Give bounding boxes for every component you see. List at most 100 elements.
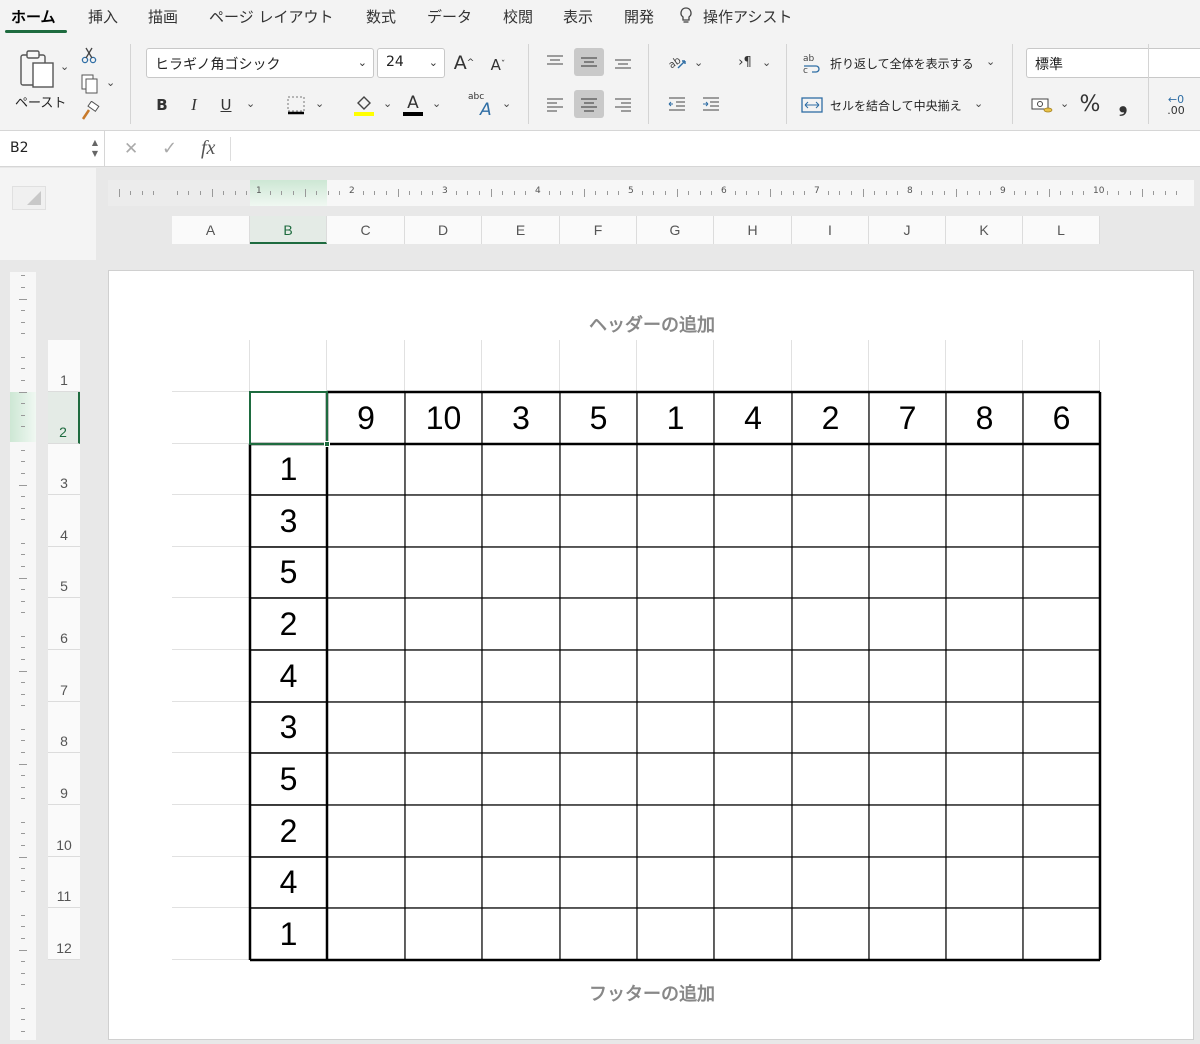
decrease-indent-icon[interactable] [662,90,692,118]
row-header-2[interactable]: 2 [48,392,80,444]
number-format-select[interactable]: 標準 [1026,48,1200,78]
format-painter-icon[interactable] [78,100,102,122]
merge-center-label[interactable]: セルを結合して中央揃え [830,97,962,114]
font-color-dropdown-icon[interactable]: ⌄ [432,97,441,110]
wrap-text-label[interactable]: 折り返して全体を表示する [830,55,974,72]
font-size-select[interactable]: 24 ⌄ [377,48,445,78]
tab-data[interactable]: データ [427,6,472,27]
column-header-d[interactable]: D [405,216,482,244]
ribbon-tab-bar: ホーム 挿入 描画 ページ レイアウト 数式 データ 校閲 表示 開発 操作アシ… [0,0,1200,36]
column-header-h[interactable]: H [714,216,792,244]
align-right-icon[interactable] [608,90,638,118]
align-left-icon[interactable] [540,90,570,118]
align-top-icon[interactable] [540,48,570,76]
ruler-tick [560,191,562,195]
underline-dropdown-icon[interactable]: ⌄ [246,97,255,110]
tab-formulas[interactable]: 数式 [366,6,396,27]
accounting-format-icon[interactable] [1028,92,1056,118]
borders-icon[interactable] [282,92,310,118]
align-bottom-icon[interactable] [608,48,638,76]
arrow-left-icon: ←0 [1167,92,1185,106]
bold-button[interactable]: B [150,92,174,118]
copy-dropdown-icon[interactable]: ⌄ [106,76,115,89]
grow-font-button[interactable]: A ^ [452,50,476,76]
tab-draw[interactable]: 描画 [148,6,178,27]
page-header[interactable]: ヘッダーの追加 [109,311,1195,337]
row-header-1[interactable]: 1 [48,340,80,392]
enter-formula-icon[interactable]: ✓ [162,138,177,159]
row-header-12[interactable]: 12 [48,908,80,960]
column-header-b[interactable]: B [250,216,327,244]
wrap-text-dropdown-icon[interactable]: ⌄ [986,55,995,68]
font-name-select[interactable]: ヒラギノ角ゴシック ⌄ [146,48,374,78]
row-header-7[interactable]: 7 [48,650,80,702]
column-header-g[interactable]: G [637,216,714,244]
ruler-number: 10 [1093,186,1105,196]
tab-home[interactable]: ホーム [11,6,56,27]
cut-icon[interactable] [78,44,100,66]
column-header-k[interactable]: K [946,216,1023,244]
tab-developer[interactable]: 開発 [624,6,654,27]
name-box[interactable]: B2 ▲ ▼ [0,131,105,167]
tab-insert[interactable]: 挿入 [88,6,118,27]
name-box-stepper-icon[interactable]: ▲ ▼ [92,137,98,159]
comma-button[interactable]: ❟ [1112,90,1134,118]
column-header-i[interactable]: I [792,216,869,244]
paste-label[interactable]: ペースト [15,92,66,111]
text-direction-icon[interactable]: ›¶ [730,48,760,76]
fill-color-dropdown-icon[interactable]: ⌄ [383,97,392,110]
column-header-f[interactable]: F [560,216,637,244]
row-header-8[interactable]: 8 [48,702,80,753]
row-header-4[interactable]: 4 [48,495,80,547]
increase-decimal-button[interactable]: ←0 .00 [1160,90,1192,120]
align-middle-icon[interactable] [574,48,604,76]
italic-button[interactable]: I [182,92,206,118]
column-header-j[interactable]: J [869,216,946,244]
text-direction-dropdown-icon[interactable]: ⌄ [762,56,771,69]
phonetic-dropdown-icon[interactable]: ⌄ [502,97,511,110]
cancel-formula-icon[interactable]: ✕ [124,139,138,159]
insert-function-icon[interactable]: fx [201,137,215,160]
copy-icon[interactable] [78,73,102,95]
font-color-button[interactable]: A [400,90,426,120]
merge-center-icon[interactable] [800,92,824,118]
ruler-tick [21,879,25,881]
merge-center-dropdown-icon[interactable]: ⌄ [974,97,983,110]
ruler-number: 7 [814,186,820,196]
paste-icon[interactable] [14,44,60,94]
row-header-6[interactable]: 6 [48,598,80,650]
phonetic-guide-button[interactable]: abc A [468,90,498,120]
align-center-icon[interactable] [574,90,604,118]
ruler-tick [850,191,852,195]
column-header-l[interactable]: L [1023,216,1100,244]
column-header-e[interactable]: E [482,216,560,244]
percent-button[interactable]: % [1076,90,1104,118]
row-header-3[interactable]: 3 [48,444,80,495]
orientation-dropdown-icon[interactable]: ⌄ [694,56,703,69]
row-header-5[interactable]: 5 [48,547,80,598]
borders-dropdown-icon[interactable]: ⌄ [315,97,324,110]
select-all-button[interactable] [12,186,46,210]
row-header-11[interactable]: 11 [48,857,80,908]
tab-view[interactable]: 表示 [563,6,593,27]
orientation-icon[interactable]: ab [662,48,692,76]
wrap-text-icon[interactable]: ab c [800,50,824,76]
increase-indent-icon[interactable] [696,90,726,118]
tab-tell-me[interactable]: 操作アシスト [703,6,792,27]
underline-button[interactable]: U [214,92,238,118]
shrink-font-button[interactable]: Aˇ [486,52,510,78]
page-footer[interactable]: フッターの追加 [109,980,1195,1006]
tab-page-layout[interactable]: ページ レイアウト [209,6,333,27]
tab-review[interactable]: 校閲 [503,6,533,27]
row-header-9[interactable]: 9 [48,753,80,805]
row-header-10[interactable]: 10 [48,805,80,857]
column-header-a[interactable]: A [172,216,250,244]
tell-me-icon[interactable] [678,6,694,30]
ruler-tick [234,191,236,195]
row-label-number: 2 [279,812,298,849]
accounting-dropdown-icon[interactable]: ⌄ [1060,97,1069,110]
column-header-c[interactable]: C [327,216,405,244]
paste-dropdown-icon[interactable]: ⌄ [60,60,69,73]
fill-color-icon[interactable] [350,92,378,118]
ruler-tick [734,191,736,195]
